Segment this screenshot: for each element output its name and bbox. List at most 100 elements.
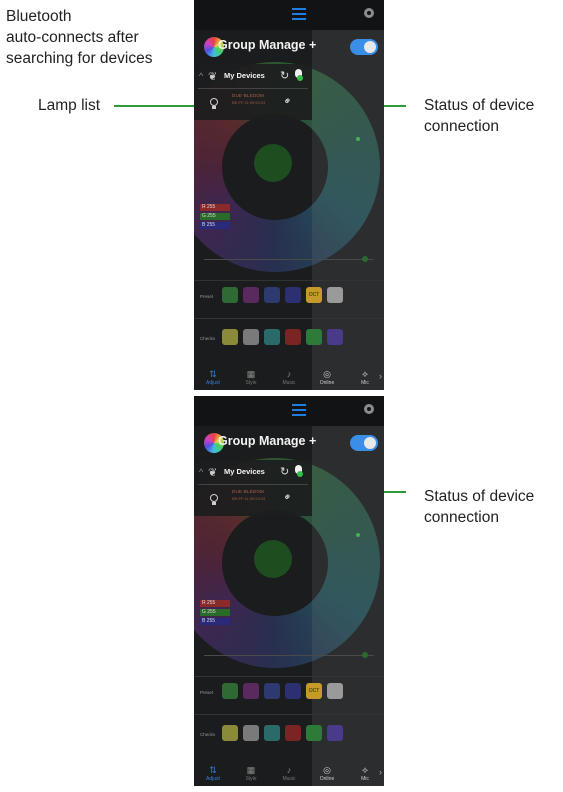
tab-online[interactable]: ◎ Online — [308, 764, 346, 786]
annotation-line: connection — [424, 118, 499, 135]
annotation-status-2: Status of device connection — [424, 486, 534, 528]
red-value[interactable]: R 255 — [200, 204, 230, 211]
tab-music[interactable]: ♪ Music — [270, 764, 308, 786]
preset-swatch[interactable] — [243, 287, 259, 303]
preset-swatch[interactable] — [327, 683, 343, 699]
check-swatches — [222, 329, 343, 345]
brightness-slider-handle[interactable] — [362, 256, 368, 262]
check-swatches — [222, 725, 343, 741]
chevron-right-icon[interactable]: › — [379, 371, 382, 381]
preset-swatch[interactable] — [327, 287, 343, 303]
my-devices-label: My Devices — [224, 467, 265, 476]
check-swatch[interactable] — [327, 329, 343, 345]
tab-label: Online — [319, 776, 335, 782]
check-swatch[interactable] — [306, 725, 322, 741]
green-value[interactable]: G 255 — [200, 609, 230, 616]
tab-style[interactable]: ▦ Style — [232, 368, 270, 390]
chevron-up-icon[interactable]: ^ — [199, 71, 203, 81]
check-swatch[interactable] — [306, 329, 322, 345]
gear-icon[interactable] — [364, 404, 374, 414]
device-mac: BE:FF:11:09:93:24 — [232, 496, 266, 501]
lamp-icon — [210, 98, 218, 109]
brightness-slider-handle[interactable] — [362, 652, 368, 658]
annotation-line: Status of device — [424, 97, 535, 114]
preset-swatch[interactable] — [285, 683, 301, 699]
preset-swatch[interactable] — [222, 287, 238, 303]
preset-swatch[interactable] — [243, 683, 259, 699]
blue-value[interactable]: B 255 — [200, 618, 230, 625]
preset-swatches: OCT — [222, 683, 343, 699]
bottom-tab-bar: ⇅ Adjust ▦ Style ♪ Music ◎ Online ⟡ Mic › — [194, 764, 384, 786]
preset-oct[interactable]: OCT — [306, 683, 322, 699]
color-preview — [254, 144, 292, 182]
add-group-button[interactable]: + — [309, 434, 316, 448]
group-title-wrap: Group Manage + — [218, 434, 316, 448]
preset-swatch[interactable] — [285, 287, 301, 303]
preset-swatch[interactable] — [264, 683, 280, 699]
tab-online[interactable]: ◎ Online — [308, 368, 346, 390]
check-swatch[interactable] — [222, 725, 238, 741]
chevron-up-icon[interactable]: ^ — [199, 467, 203, 477]
annotation-line: connection — [424, 509, 499, 526]
annotation-bluetooth-autoconnect: Bluetooth auto-connects after searching … — [6, 6, 152, 69]
annotation-line: Bluetooth — [6, 8, 72, 25]
annotation-status-1: Status of device connection — [424, 95, 534, 137]
check-swatch[interactable] — [285, 725, 301, 741]
check-swatch[interactable] — [243, 725, 259, 741]
red-value[interactable]: R 255 — [200, 600, 230, 607]
touch-icon[interactable] — [294, 69, 303, 82]
touch-icon[interactable] — [294, 465, 303, 478]
tab-label: Online — [319, 380, 335, 386]
preset-swatches: OCT — [222, 287, 343, 303]
group-toggle[interactable] — [350, 435, 378, 451]
group-toggle[interactable] — [350, 39, 378, 55]
blue-value[interactable]: B 255 — [200, 222, 230, 229]
brightness-slider[interactable] — [204, 259, 374, 260]
gear-icon[interactable] — [364, 8, 374, 18]
list-icon[interactable] — [292, 8, 306, 20]
preset-row-label: Preset — [200, 690, 214, 695]
tab-label: Adjust — [206, 776, 220, 782]
tab-adjust[interactable]: ⇅ Adjust — [194, 368, 232, 390]
checks-row-label: Checks — [200, 732, 216, 737]
preset-swatch[interactable] — [264, 287, 280, 303]
brightness-slider[interactable] — [204, 655, 374, 656]
divider — [194, 676, 384, 677]
my-devices-header[interactable]: ^ ❦ My Devices ↻ — [194, 462, 312, 482]
online-icon: ◎ — [323, 765, 331, 775]
tab-style[interactable]: ▦ Style — [232, 764, 270, 786]
add-group-button[interactable]: + — [309, 38, 316, 52]
check-swatch[interactable] — [264, 329, 280, 345]
annotation-line: searching for devices — [6, 50, 153, 67]
green-value[interactable]: G 255 — [200, 213, 230, 220]
devices-icon: ❦ — [208, 467, 218, 479]
check-swatch[interactable] — [264, 725, 280, 741]
checks-row-label: Checks — [200, 336, 216, 341]
check-swatch[interactable] — [243, 329, 259, 345]
divider — [194, 318, 384, 319]
tab-label: Music — [282, 380, 296, 386]
refresh-icon[interactable]: ↻ — [280, 69, 289, 82]
check-swatch[interactable] — [285, 329, 301, 345]
music-icon: ♪ — [286, 369, 292, 379]
preset-oct[interactable]: OCT — [306, 287, 322, 303]
top-bar — [194, 0, 384, 30]
phone-screen-2: Group Manage + ^ ❦ My Devices ↻ DUE-BLED… — [194, 396, 384, 786]
link-icon: ⚭ — [281, 94, 296, 109]
tab-music[interactable]: ♪ Music — [270, 368, 308, 390]
chevron-right-icon[interactable]: › — [379, 767, 382, 777]
tab-label: Music — [282, 776, 296, 782]
tab-adjust[interactable]: ⇅ Adjust — [194, 764, 232, 786]
tab-label: Mic — [361, 776, 369, 782]
check-swatch[interactable] — [222, 329, 238, 345]
group-manage-title: Group Manage — [218, 38, 306, 52]
refresh-icon[interactable]: ↻ — [280, 465, 289, 478]
device-name: DUE-BLEDOM — [232, 93, 265, 98]
device-list-panel: ^ ❦ My Devices ↻ DUE-BLEDOM BE:FF:11:09:… — [194, 460, 312, 516]
check-swatch[interactable] — [327, 725, 343, 741]
list-icon[interactable] — [292, 404, 306, 416]
preset-swatch[interactable] — [222, 683, 238, 699]
my-devices-header[interactable]: ^ ❦ My Devices ↻ — [194, 66, 312, 86]
online-icon: ◎ — [323, 369, 331, 379]
link-icon: ⚭ — [281, 490, 296, 505]
